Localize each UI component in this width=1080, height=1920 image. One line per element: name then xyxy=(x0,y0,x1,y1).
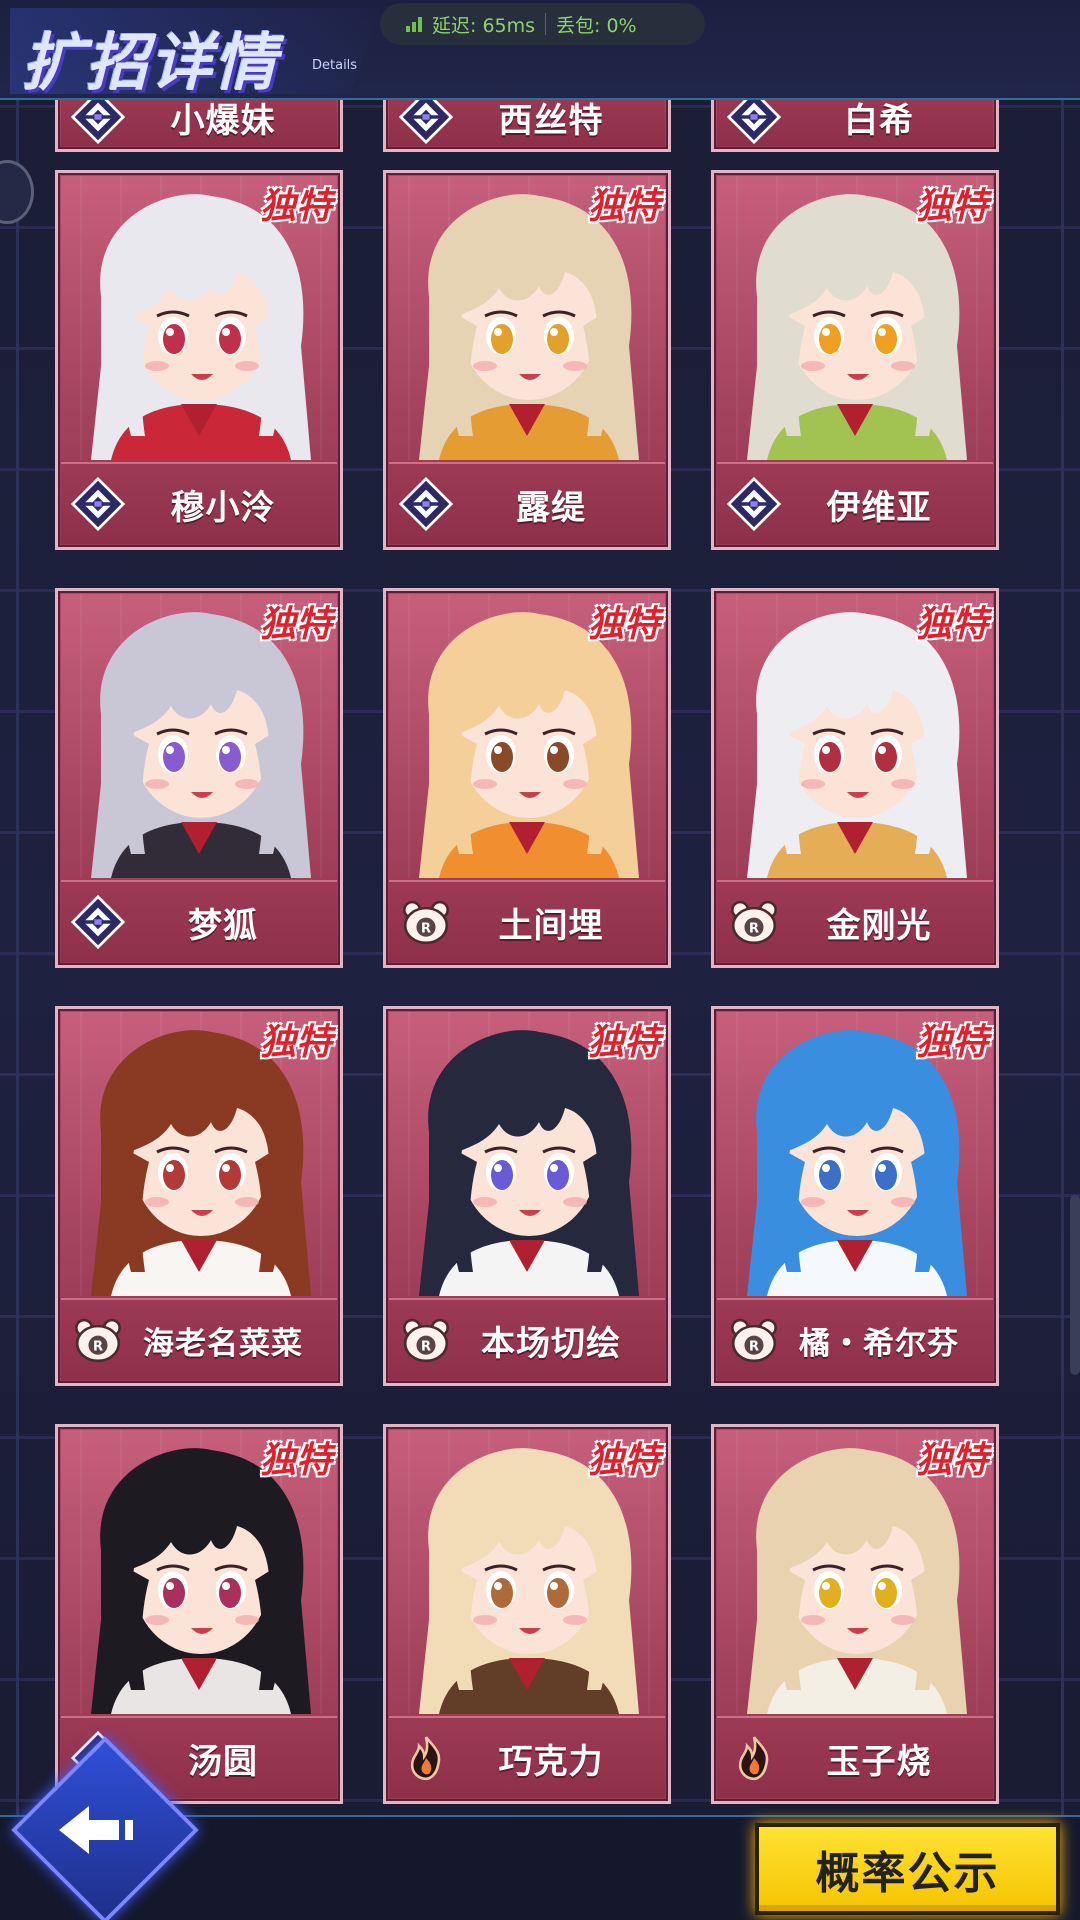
svg-text:R: R xyxy=(93,1339,103,1354)
faction-diamond-icon xyxy=(397,475,455,533)
character-card[interactable]: 独特玉子烧 xyxy=(711,1424,999,1804)
name-bar: R 海老名菜菜 xyxy=(61,1298,337,1380)
unique-badge: 独特 xyxy=(259,186,332,227)
unique-badge: 独特 xyxy=(915,1022,988,1063)
unique-badge: 独特 xyxy=(915,1440,988,1481)
character-name: 海老名菜菜 xyxy=(143,1325,303,1362)
bear-r-icon: R xyxy=(725,1311,783,1369)
name-bar: R 金刚光 xyxy=(717,880,993,962)
svg-text:R: R xyxy=(749,921,759,936)
svg-text:R: R xyxy=(749,1339,759,1354)
name-bar: R 本场切绘 xyxy=(389,1298,665,1380)
character-card[interactable]: 独特梦狐 xyxy=(55,588,343,968)
character-name: 穆小泠 xyxy=(170,487,276,528)
character-name: 伊维亚 xyxy=(826,487,932,528)
character-name: 梦狐 xyxy=(188,905,258,946)
divider xyxy=(545,13,547,35)
character-card[interactable]: 独特 R 金刚光 xyxy=(711,588,999,968)
name-bar: 梦狐 xyxy=(61,880,337,962)
name-bar: 穆小泠 xyxy=(61,462,337,544)
signal-icon xyxy=(406,16,422,32)
name-bar: R 土间埋 xyxy=(389,880,665,962)
scrollbar[interactable] xyxy=(1070,1195,1080,1375)
character-card[interactable]: 白希 xyxy=(711,96,999,152)
character-card[interactable]: 独特巧克力 xyxy=(383,1424,671,1804)
character-name: 巧克力 xyxy=(498,1741,604,1782)
faction-diamond-icon xyxy=(397,96,455,146)
name-bar: 玉子烧 xyxy=(717,1716,993,1798)
header: 扩招详情 Details 延迟: 65ms 丢包: 0% xyxy=(0,0,1080,100)
unique-badge: 独特 xyxy=(915,604,988,645)
unique-badge: 独特 xyxy=(915,186,988,227)
character-card[interactable]: 独特伊维亚 xyxy=(711,170,999,550)
bear-r-icon: R xyxy=(725,893,783,951)
character-name: 白希 xyxy=(844,100,914,141)
latency-text: 延迟: 65ms xyxy=(432,14,536,37)
character-name: 本场切绘 xyxy=(481,1323,621,1364)
packet-loss-text: 丢包: 0% xyxy=(556,14,637,37)
page-subtitle: Details xyxy=(312,58,358,73)
faction-diamond-icon xyxy=(69,893,127,951)
character-name: 西丝特 xyxy=(498,100,604,141)
bear-r-icon: R xyxy=(69,1311,127,1369)
faction-diamond-icon xyxy=(69,475,127,533)
bear-r-icon: R xyxy=(397,1311,455,1369)
name-bar: 巧克力 xyxy=(389,1716,665,1798)
character-card[interactable]: 独特 R 橘・希尔芬 xyxy=(711,1006,999,1386)
back-arrow-icon xyxy=(59,1806,133,1854)
frame-line-left xyxy=(16,100,19,1820)
character-grid[interactable]: 小爆妹 西丝特 白希 独特 穆小泠 独特 露缇 独特 伊维亚 独特 梦狐 独特 R 土间埋 独特 R 金刚光 独特… xyxy=(52,96,1032,1831)
svg-text:R: R xyxy=(421,921,431,936)
page-title: 扩招详情 xyxy=(22,26,279,99)
unique-badge: 独特 xyxy=(587,1022,660,1063)
character-card[interactable]: 小爆妹 xyxy=(55,96,343,152)
flame-icon xyxy=(397,1729,455,1787)
unique-badge: 独特 xyxy=(587,1440,660,1481)
character-name: 小爆妹 xyxy=(170,100,276,141)
network-status: 延迟: 65ms 丢包: 0% xyxy=(380,3,705,45)
character-card[interactable]: 西丝特 xyxy=(383,96,671,152)
name-bar: 小爆妹 xyxy=(61,96,337,146)
bear-r-icon: R xyxy=(397,893,455,951)
name-bar: 西丝特 xyxy=(389,96,665,146)
name-bar: R 橘・希尔芬 xyxy=(717,1298,993,1380)
faction-diamond-icon xyxy=(725,96,783,146)
unique-badge: 独特 xyxy=(587,604,660,645)
character-name: 橘・希尔芬 xyxy=(799,1325,959,1362)
character-name: 金刚光 xyxy=(826,905,932,946)
character-card[interactable]: 独特露缇 xyxy=(383,170,671,550)
character-name: 玉子烧 xyxy=(826,1741,932,1782)
svg-text:R: R xyxy=(421,1339,431,1354)
character-name: 土间埋 xyxy=(498,905,604,946)
character-card[interactable]: 独特 R 土间埋 xyxy=(383,588,671,968)
character-name: 汤圆 xyxy=(188,1741,258,1782)
unique-badge: 独特 xyxy=(259,1022,332,1063)
unique-badge: 独特 xyxy=(587,186,660,227)
character-card[interactable]: 独特 R 海老名菜菜 xyxy=(55,1006,343,1386)
frame-line-right xyxy=(1061,100,1064,1820)
faction-diamond-icon xyxy=(725,475,783,533)
flame-icon xyxy=(725,1729,783,1787)
name-bar: 白希 xyxy=(717,96,993,146)
unique-badge: 独特 xyxy=(259,604,332,645)
unique-badge: 独特 xyxy=(259,1440,332,1481)
name-bar: 露缇 xyxy=(389,462,665,544)
faction-diamond-icon xyxy=(69,96,127,146)
character-card[interactable]: 独特 R 本场切绘 xyxy=(383,1006,671,1386)
probability-button[interactable]: 概率公示 xyxy=(755,1823,1060,1915)
character-card[interactable]: 独特穆小泠 xyxy=(55,170,343,550)
name-bar: 伊维亚 xyxy=(717,462,993,544)
character-name: 露缇 xyxy=(516,487,586,528)
